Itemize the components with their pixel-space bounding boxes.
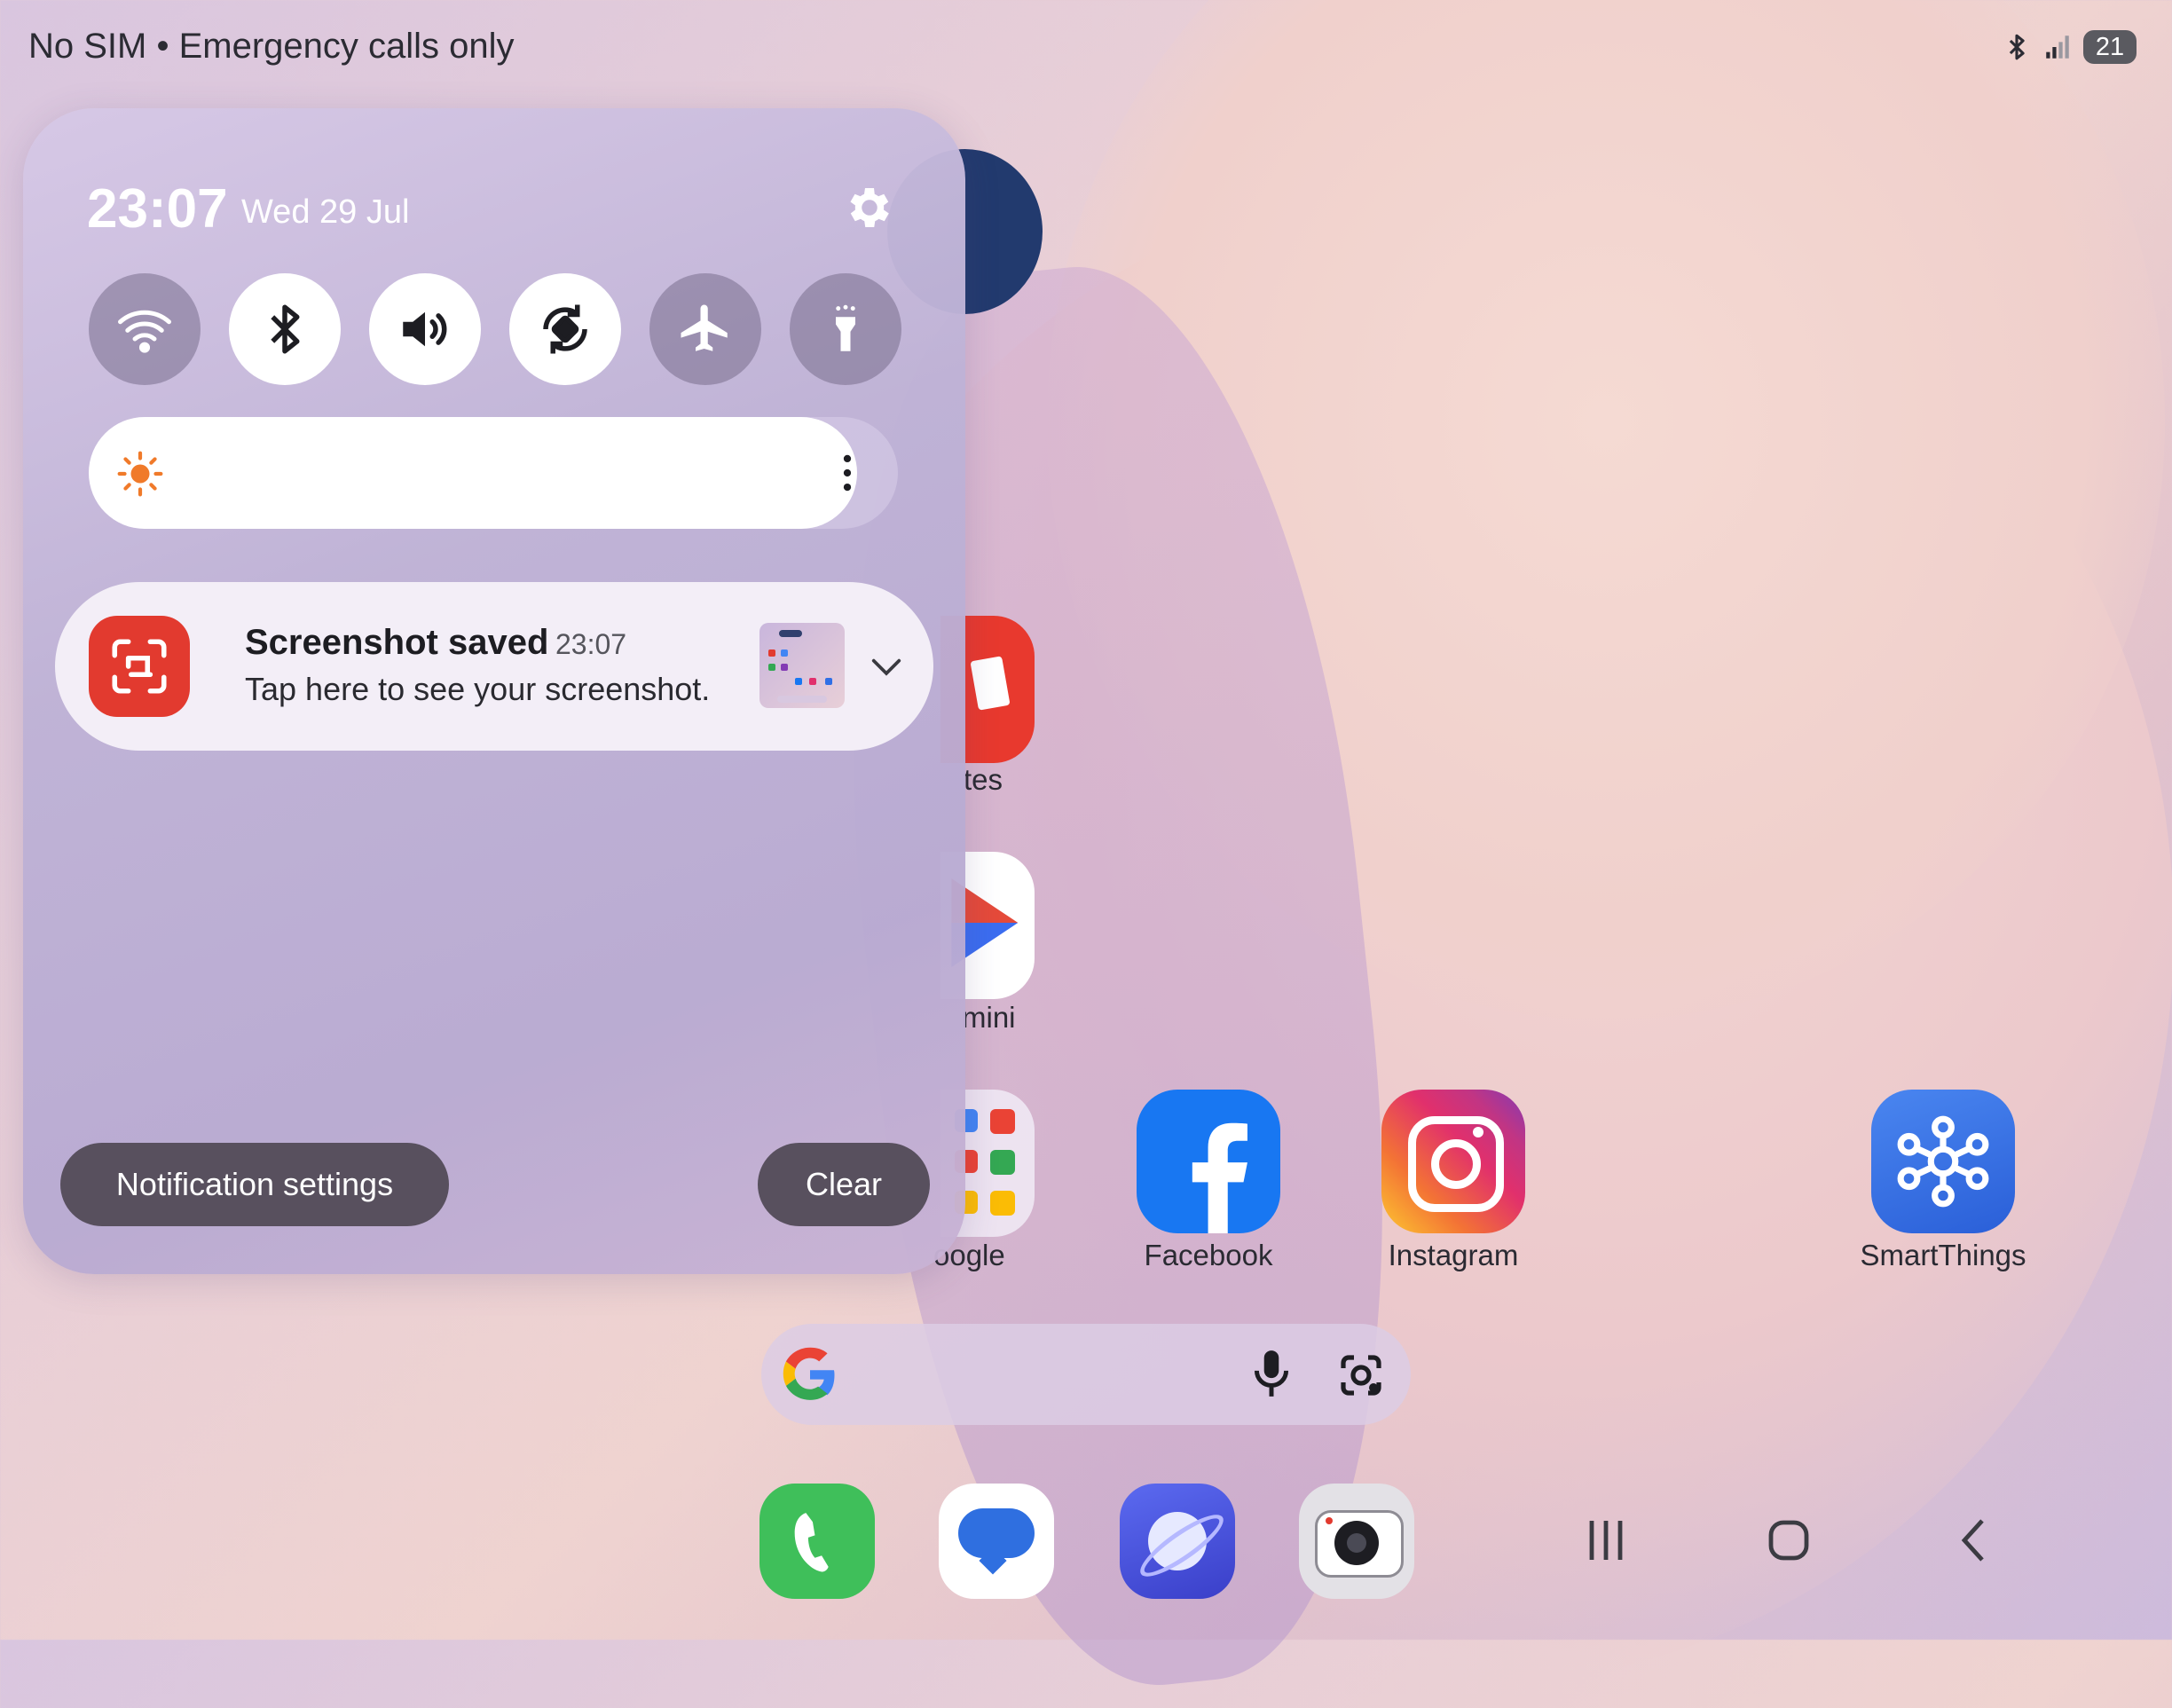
gear-icon[interactable] <box>843 181 896 234</box>
auto-rotate-icon <box>543 304 587 354</box>
flashlight-icon <box>836 304 855 351</box>
app-label: Facebook <box>1144 1239 1273 1271</box>
sound-icon <box>403 311 447 347</box>
auto-rotate-toggle[interactable] <box>509 273 621 385</box>
notification-settings-button[interactable]: Notification settings <box>60 1143 449 1226</box>
camera-app-icon[interactable] <box>1299 1484 1414 1599</box>
bluetooth-icon <box>271 304 300 354</box>
home-icon[interactable] <box>1762 1514 1815 1567</box>
facebook-icon <box>1137 1090 1280 1233</box>
notification-text: Tap here to see your screenshot. <box>245 671 711 707</box>
sound-toggle[interactable] <box>369 273 481 385</box>
battery-indicator: 21 <box>2083 30 2137 64</box>
instagram-icon <box>1381 1090 1525 1233</box>
screenshot-thumbnail[interactable] <box>759 623 845 708</box>
signal-icon <box>2046 35 2069 59</box>
app-label: SmartThings <box>1860 1239 2026 1271</box>
internet-app-icon[interactable] <box>1120 1484 1235 1599</box>
instagram-app[interactable]: Instagram <box>1365 1090 1542 1272</box>
notification-time: 23:07 <box>555 628 627 660</box>
screenshot-app-icon <box>89 616 190 717</box>
panel-clock: 23:07 <box>87 178 228 240</box>
app-label: tes <box>964 763 1003 796</box>
google-search-bar[interactable] <box>761 1324 1411 1425</box>
messages-app-icon[interactable] <box>939 1484 1054 1599</box>
airplane-icon <box>681 304 728 351</box>
smartthings-icon <box>1871 1090 2015 1233</box>
status-bar: No SIM • Emergency calls only 21 <box>0 0 2172 98</box>
smartthings-app[interactable]: SmartThings <box>1854 1090 2032 1272</box>
facebook-app[interactable]: Facebook <box>1120 1090 1297 1272</box>
app-label: mini <box>962 1001 1016 1034</box>
carrier-text: No SIM • Emergency calls only <box>28 27 515 66</box>
back-icon[interactable] <box>1948 1514 2002 1567</box>
phone-app-icon[interactable] <box>759 1484 875 1599</box>
bluetooth-toggle[interactable] <box>229 273 341 385</box>
recent-apps-icon[interactable] <box>1579 1514 1633 1567</box>
brightness-fill[interactable] <box>89 417 857 529</box>
quick-toggles <box>89 273 901 385</box>
google-logo-icon <box>783 1347 835 1400</box>
airplane-toggle[interactable] <box>649 273 761 385</box>
microphone-icon[interactable] <box>1249 1349 1294 1400</box>
quick-panel: 23:07 Wed 29 Jul Screenshot saved 23:07 <box>23 108 965 1274</box>
app-label: Instagram <box>1388 1239 1519 1271</box>
more-options-icon[interactable] <box>843 453 852 493</box>
wifi-icon <box>118 310 171 353</box>
notification-title: Screenshot saved <box>245 623 549 662</box>
chevron-down-icon[interactable] <box>870 653 903 680</box>
screenshot-notification[interactable]: Screenshot saved 23:07 Tap here to see y… <box>55 582 933 751</box>
clear-button[interactable]: Clear <box>758 1143 930 1226</box>
wifi-toggle[interactable] <box>89 273 201 385</box>
status-icons: 21 <box>2002 30 2137 64</box>
panel-date: Wed 29 Jul <box>241 193 410 231</box>
google-lens-icon[interactable] <box>1336 1350 1386 1400</box>
flashlight-toggle[interactable] <box>790 273 901 385</box>
sun-icon <box>117 451 163 497</box>
bluetooth-icon <box>2009 34 2025 60</box>
